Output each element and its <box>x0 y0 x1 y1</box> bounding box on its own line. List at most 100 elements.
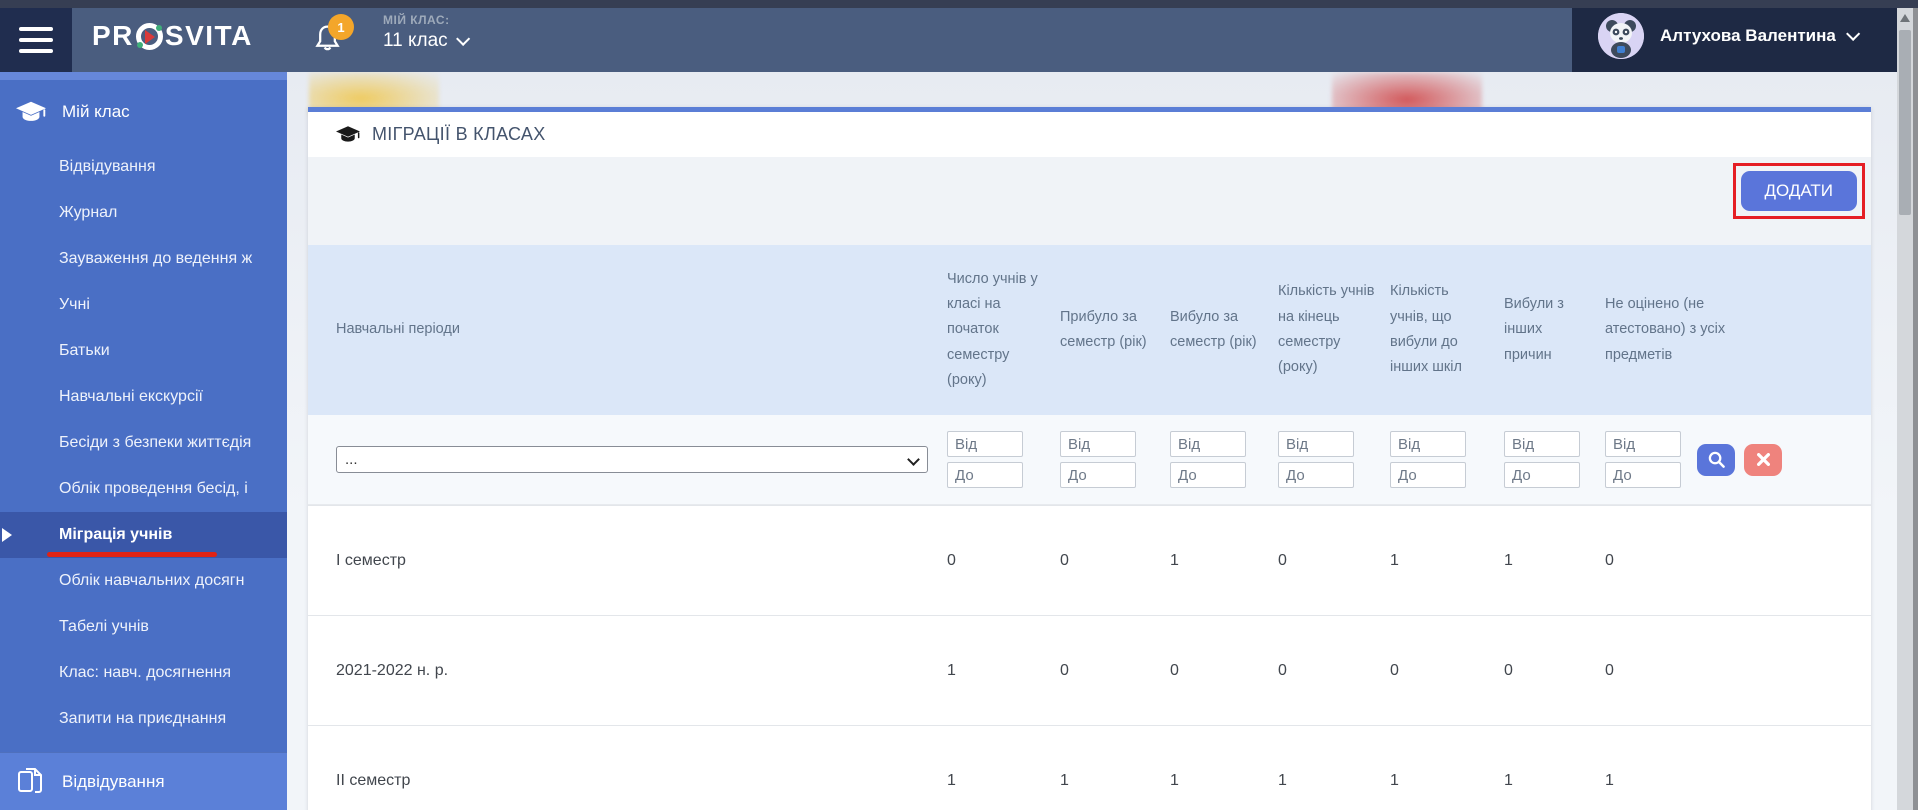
row-value: 0 <box>1605 551 1614 569</box>
add-button[interactable]: ДОДАТИ <box>1740 171 1857 211</box>
column-header-not-graded: Не оцінено (не атестовано) з усіх предме… <box>1605 295 1726 363</box>
sidebar-item-journal[interactable]: Журнал <box>0 190 287 236</box>
sidebar-item-report-cards[interactable]: Табелі учнів <box>0 604 287 650</box>
app-logo[interactable]: PR SVITA <box>92 20 253 52</box>
notifications-button[interactable]: 1 <box>314 14 354 54</box>
column-header-arrived: Прибуло за семестр (рік) <box>1060 308 1147 350</box>
filter-to-input[interactable] <box>1390 462 1466 488</box>
graduation-cap-icon <box>336 126 360 142</box>
sidebar-items: Відвідування Журнал Зауваження до веденн… <box>0 144 287 742</box>
sidebar-item-students[interactable]: Учні <box>0 282 287 328</box>
sidebar-top-strip <box>0 72 287 80</box>
row-value: 1 <box>1390 551 1399 569</box>
row-value: 1 <box>1605 771 1614 789</box>
column-header-left: Вибуло за семестр (рік) <box>1170 308 1257 350</box>
sidebar-section-label: Мій клас <box>62 102 130 121</box>
content-area: МІГРАЦІЇ В КЛАСАХ ДОДАТИ Навчальні періо… <box>287 72 1899 810</box>
active-red-underline <box>47 552 217 557</box>
period-select[interactable]: ... <box>336 446 928 473</box>
row-value: 1 <box>947 771 956 789</box>
scrollbar-up-arrow-icon[interactable] <box>1900 14 1910 22</box>
filter-from-input[interactable] <box>1504 431 1580 457</box>
clear-filter-button[interactable] <box>1744 443 1782 476</box>
sidebar-item-migration-active[interactable]: Міграція учнів <box>0 512 287 558</box>
close-icon <box>1756 453 1770 466</box>
filter-col-end-count <box>1278 431 1390 488</box>
toolbar: ДОДАТИ <box>308 157 1871 245</box>
sidebar-item-safety-talks[interactable]: Бесіди з безпеки життєдія <box>0 420 287 466</box>
row-value: 0 <box>1060 551 1069 569</box>
sidebar-item-talks-record[interactable]: Облік проведення бесід, і <box>0 466 287 512</box>
row-period: 2021-2022 н. р. <box>336 661 449 679</box>
table-row: 2021-2022 н. р. 1 0 0 0 0 0 0 <box>308 615 1871 725</box>
sidebar-section-attendance[interactable]: Відвідування <box>0 752 287 810</box>
table-filter-row: ... <box>308 415 1871 505</box>
filter-to-input[interactable] <box>1060 462 1136 488</box>
table-header-row: Навчальні періоди Число учнів у класі на… <box>308 245 1871 415</box>
row-value: 0 <box>1605 661 1614 679</box>
row-value: 0 <box>1060 661 1069 679</box>
period-select-wrap: ... <box>336 446 928 473</box>
page-scrollbar[interactable] <box>1897 0 1918 810</box>
search-button[interactable] <box>1697 443 1735 476</box>
chevron-down-icon <box>1845 26 1861 41</box>
chevron-down-icon <box>455 31 470 46</box>
column-header-start-count: Число учнів у класі на початок семестру … <box>947 270 1038 389</box>
row-value: 1 <box>1060 771 1069 789</box>
row-period: І семестр <box>336 551 406 569</box>
filter-to-input[interactable] <box>1605 462 1681 488</box>
filter-to-input[interactable] <box>1504 462 1580 488</box>
row-value: 1 <box>1170 551 1179 569</box>
sidebar-item-attendance[interactable]: Відвідування <box>0 144 287 190</box>
filter-from-input[interactable] <box>1605 431 1681 457</box>
row-value: 0 <box>1278 551 1287 569</box>
sidebar-item-excursions[interactable]: Навчальні екскурсії <box>0 374 287 420</box>
notification-count-badge: 1 <box>328 14 354 40</box>
filter-from-input[interactable] <box>1060 431 1136 457</box>
user-name: Алтухова Валентина <box>1660 26 1836 45</box>
filter-col-left-other-schools <box>1390 431 1504 488</box>
table-row: ІІ семестр 1 1 1 1 1 1 1 <box>308 725 1871 810</box>
logo-text-left: PR <box>92 20 134 51</box>
sidebar-item-join-requests[interactable]: Запити на приєднання <box>0 696 287 742</box>
sidebar-item-parents[interactable]: Батьки <box>0 328 287 374</box>
row-value: 1 <box>1170 771 1179 789</box>
column-header-periods: Навчальні періоди <box>336 321 460 338</box>
column-header-left-other-reasons: Вибули з інших причин <box>1504 295 1564 363</box>
scrollbar-thumb[interactable] <box>1899 30 1911 215</box>
row-value: 0 <box>1278 661 1287 679</box>
filter-from-input[interactable] <box>1278 431 1354 457</box>
sidebar-item-remarks[interactable]: Зауваження до ведення ж <box>0 236 287 282</box>
page-title-text: МІГРАЦІЇ В КЛАСАХ <box>372 124 546 144</box>
filter-to-input[interactable] <box>1278 462 1354 488</box>
row-value: 0 <box>1390 661 1399 679</box>
annotation-highlight-box: ДОДАТИ <box>1732 163 1865 219</box>
filter-from-input[interactable] <box>1170 431 1246 457</box>
page-title: МІГРАЦІЇ В КЛАСАХ <box>308 112 1871 157</box>
row-value: 0 <box>1170 661 1179 679</box>
sidebar-item-achievements-record[interactable]: Облік навчальних досягн <box>0 558 287 604</box>
my-class-dropdown[interactable]: МІЙ КЛАС: 11 клас <box>383 13 470 52</box>
my-class-label: МІЙ КЛАС: <box>383 13 450 27</box>
filter-to-input[interactable] <box>947 462 1023 488</box>
active-arrow-icon <box>2 528 12 542</box>
row-value: 1 <box>1278 771 1287 789</box>
search-icon <box>1708 451 1725 468</box>
filter-col-arrived <box>1060 431 1170 488</box>
avatar <box>1598 13 1644 59</box>
user-menu[interactable]: Алтухова Валентина <box>1572 0 1897 72</box>
sidebar-section-label: Відвідування <box>62 771 165 791</box>
table-row: І семестр 0 0 1 0 1 1 0 <box>308 505 1871 615</box>
hamburger-menu-icon[interactable] <box>0 8 72 72</box>
my-class-value: 11 клас <box>383 30 448 51</box>
filter-from-input[interactable] <box>947 431 1023 457</box>
logo-play-icon <box>135 22 163 50</box>
filter-to-input[interactable] <box>1170 462 1246 488</box>
migrations-card: МІГРАЦІЇ В КЛАСАХ ДОДАТИ Навчальні періо… <box>308 107 1871 810</box>
sidebar-item-class-achievements[interactable]: Клас: навч. досягнення <box>0 650 287 696</box>
window-top-strip <box>0 0 1918 8</box>
logo-text-right: SVITA <box>164 20 253 51</box>
filter-from-input[interactable] <box>1390 431 1466 457</box>
sidebar-section-my-class[interactable]: Мій клас <box>0 80 287 144</box>
filter-col-left-other-reasons <box>1504 431 1605 488</box>
